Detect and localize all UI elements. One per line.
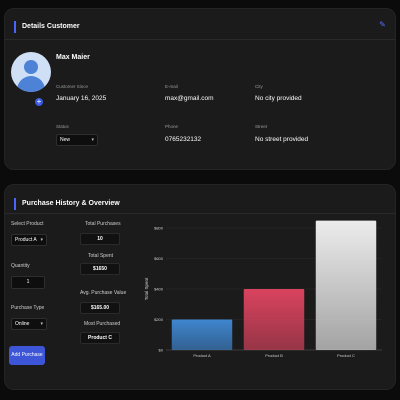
customer-card-title: Details Customer (14, 21, 80, 33)
user-icon-head (24, 60, 38, 74)
x-tick-label: Product C (337, 353, 355, 358)
purchase-card-title: Purchase History & Overview (14, 198, 120, 210)
phone-value: 0765232132 (165, 136, 202, 143)
status-select[interactable]: New ▾ (56, 134, 98, 146)
chevron-down-icon: ▾ (91, 137, 94, 143)
product-select-value: Product A (15, 237, 37, 243)
chevron-down-icon: ▾ (40, 237, 43, 243)
street-label: Street (255, 124, 268, 129)
avg-purchase-value: $165.00 (80, 302, 120, 314)
phone-label: Phone (165, 124, 179, 129)
y-tick-label: $800 (154, 226, 164, 231)
avatar[interactable] (11, 52, 51, 92)
street-value: No street provided (255, 136, 309, 143)
customer-since-label: Customer Since (56, 84, 89, 89)
quantity-input[interactable]: 1 (11, 276, 45, 289)
city-label: City (255, 84, 263, 89)
status-select-value: New (60, 137, 71, 143)
bar-product-b (243, 289, 305, 350)
purchase-type-select[interactable]: Online ▾ (11, 318, 47, 330)
y-tick-label: $400 (154, 287, 164, 292)
bar-product-c (315, 220, 377, 350)
customer-since-value: January 16, 2025 (56, 95, 107, 102)
add-photo-icon[interactable]: + (34, 97, 44, 107)
bar-product-a (171, 319, 233, 350)
x-tick-label: Product A (193, 353, 211, 358)
add-purchase-button[interactable]: Add Purchase (9, 346, 45, 365)
quantity-label: Quantity (11, 263, 30, 269)
city-value: No city provided (255, 95, 302, 102)
product-select[interactable]: Product A ▾ (11, 234, 47, 246)
most-purchased-label: Most Purchased (84, 321, 121, 327)
email-label: E-mail (165, 84, 178, 89)
status-label: Status (56, 124, 69, 129)
avg-purchase-value-label: Avg. Purchase Value (80, 290, 127, 296)
y-tick-label: $600 (154, 256, 164, 261)
email-value: max@gmail.com (165, 95, 214, 102)
y-tick-label: $200 (154, 317, 164, 322)
chevron-down-icon: ▾ (40, 321, 43, 327)
total-spent-bar-chart: $0 $200 $400 $600 $800 Total Spent Product A Pr… (144, 220, 382, 358)
user-icon-body (17, 76, 45, 92)
total-spent-value: $1650 (80, 263, 120, 275)
total-purchases-label: Total Purchases (85, 221, 121, 227)
purchase-type-select-value: Online (15, 321, 30, 327)
y-tick-label: $0 (159, 348, 164, 353)
divider (5, 213, 395, 214)
total-purchases-value: 10 (80, 233, 120, 245)
y-axis-label: Total Spent (144, 277, 149, 300)
total-spent-label: Total Spent (88, 253, 114, 259)
customer-name: Max Maier (56, 54, 90, 61)
select-product-label: Select Product (11, 221, 44, 227)
edit-icon[interactable]: ✎ (378, 20, 387, 29)
x-tick-label: Product B (265, 353, 283, 358)
most-purchased-value: Product C (80, 332, 120, 344)
divider (5, 39, 395, 40)
purchase-type-label: Purchase Type (11, 305, 45, 311)
